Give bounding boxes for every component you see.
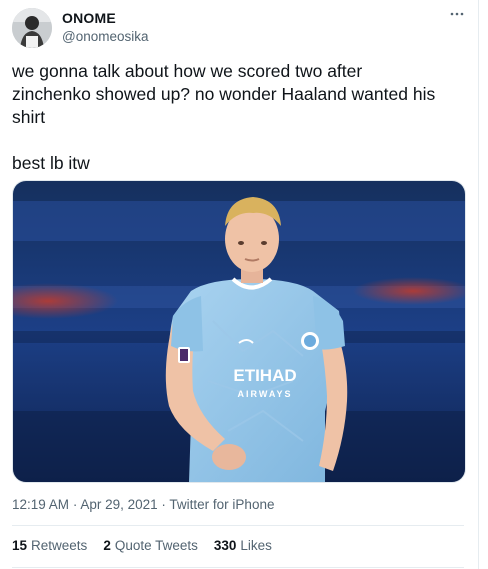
retweets-count: 15 xyxy=(12,538,28,553)
divider xyxy=(12,525,464,526)
more-horizontal-icon xyxy=(450,12,464,16)
player-photo: ETIHAD AIRWAYS xyxy=(13,181,465,482)
quote-tweets-stat[interactable]: 2 Quote Tweets xyxy=(103,538,198,553)
quote-tweets-label: Quote Tweets xyxy=(114,538,198,553)
quote-tweets-count: 2 xyxy=(103,538,111,553)
tweet-media-photo[interactable]: ETIHAD AIRWAYS xyxy=(12,180,466,483)
tweet-card: ONOME @onomeosika we gonna talk about ho… xyxy=(0,0,479,569)
meta-separator: · xyxy=(161,497,166,512)
likes-label: Likes xyxy=(240,538,272,553)
tweet-line: zinchenko showed up? no wonder Haaland w… xyxy=(12,84,436,104)
tweet-line: shirt xyxy=(12,107,46,127)
tweet-text: we gonna talk about how we scored two af… xyxy=(12,60,467,175)
avatar[interactable] xyxy=(12,8,52,48)
tweet-date[interactable]: Apr 29, 2021 xyxy=(80,497,157,512)
tweet-timestamp: 12:19 AM · Apr 29, 2021 · Twitter for iP… xyxy=(12,497,274,512)
avatar-image xyxy=(12,8,52,48)
likes-count: 330 xyxy=(213,538,237,553)
more-options-button[interactable] xyxy=(445,2,469,26)
tweet-time[interactable]: 12:19 AM xyxy=(12,497,69,512)
kit-sponsor-subtext: AIRWAYS xyxy=(237,389,292,399)
meta-separator: · xyxy=(72,497,78,512)
likes-stat[interactable]: 330 Likes xyxy=(214,538,272,553)
retweets-stat[interactable]: 15 Retweets xyxy=(12,538,87,553)
tweet-line: we gonna talk about how we scored two af… xyxy=(12,61,363,81)
divider xyxy=(12,567,464,568)
tweet-source[interactable]: Twitter for iPhone xyxy=(169,497,274,512)
tweet-line: best lb itw xyxy=(12,153,90,173)
engagement-stats: 15 Retweets 2 Quote Tweets 330 Likes xyxy=(12,538,288,553)
retweets-label: Retweets xyxy=(31,538,88,553)
kit-sponsor-text: ETIHAD xyxy=(233,366,296,385)
author-name[interactable]: ONOME xyxy=(62,10,116,26)
author-handle[interactable]: @onomeosika xyxy=(62,29,149,44)
